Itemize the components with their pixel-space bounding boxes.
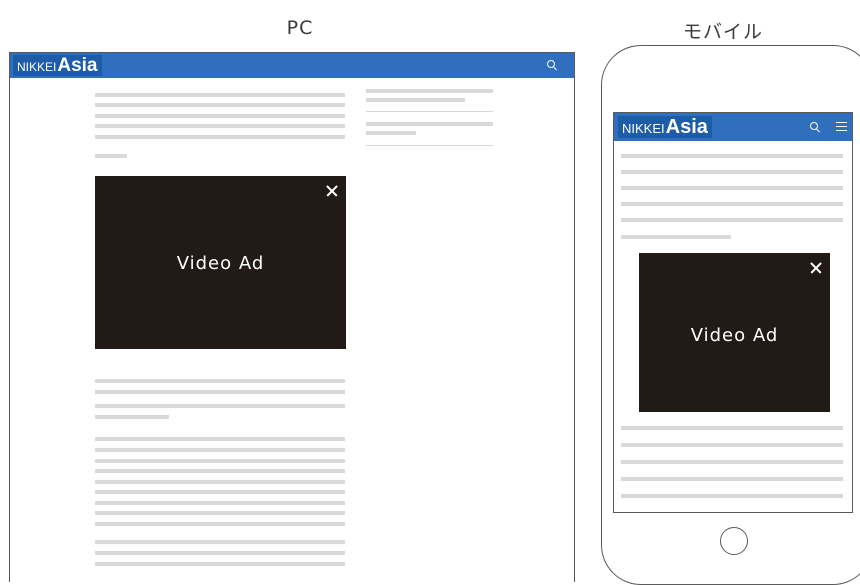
close-icon[interactable] <box>809 261 823 275</box>
text-placeholder-line <box>621 218 843 222</box>
text-placeholder-line <box>95 415 169 419</box>
text-placeholder-line <box>95 124 345 128</box>
pc-browser-frame: NIKKEI Asia Video Ad <box>9 52 575 582</box>
sidebar-placeholder-line <box>366 131 416 135</box>
text-placeholder-line <box>95 562 345 566</box>
mobile-logo-asia-text: Asia <box>665 116 708 138</box>
text-placeholder-line <box>621 443 843 447</box>
pc-site-header: NIKKEI Asia <box>10 53 574 78</box>
text-placeholder-line <box>95 540 345 544</box>
text-placeholder-line <box>621 477 843 481</box>
video-ad-label: Video Ad <box>690 325 779 346</box>
mobile-video-ad[interactable]: Video Ad <box>639 253 830 412</box>
sidebar-placeholder-line <box>366 98 465 102</box>
text-placeholder-line <box>95 379 345 383</box>
text-placeholder-line <box>95 114 345 118</box>
pc-logo-nikkei-text: NIKKEI <box>17 60 57 74</box>
text-placeholder-line <box>95 490 345 494</box>
sidebar-divider <box>366 145 493 146</box>
text-placeholder-line <box>621 494 843 498</box>
text-placeholder-line <box>95 448 345 452</box>
text-placeholder-line <box>95 404 345 408</box>
text-placeholder-line <box>95 480 345 484</box>
video-ad-label: Video Ad <box>176 253 265 274</box>
sidebar-divider <box>366 111 493 112</box>
text-placeholder-line <box>95 469 345 473</box>
phone-home-button[interactable] <box>720 527 748 555</box>
pc-nikkei-asia-logo[interactable]: NIKKEI Asia <box>13 55 102 76</box>
text-placeholder-line <box>95 511 345 515</box>
text-placeholder-line <box>621 426 843 430</box>
mobile-section-label: モバイル <box>682 21 763 43</box>
search-icon[interactable] <box>810 122 818 130</box>
mobile-site-header: NIKKEI Asia <box>614 113 852 141</box>
text-placeholder-line <box>95 522 345 526</box>
text-placeholder-line <box>95 437 345 441</box>
text-placeholder-line <box>95 135 345 139</box>
text-placeholder-line <box>95 551 345 555</box>
text-placeholder-line <box>621 202 843 206</box>
sidebar-placeholder-line <box>366 89 493 93</box>
pc-logo-asia-text: Asia <box>57 55 98 76</box>
search-icon[interactable] <box>547 60 555 68</box>
pc-section-label: PC <box>286 17 314 39</box>
text-placeholder-line <box>621 235 731 239</box>
text-placeholder-line <box>621 154 843 158</box>
text-placeholder-line <box>95 93 345 97</box>
text-placeholder-line <box>95 154 127 158</box>
close-icon[interactable] <box>325 184 339 198</box>
text-placeholder-line <box>95 103 345 107</box>
phone-screen: NIKKEI Asia Video Ad <box>613 112 853 513</box>
text-placeholder-line <box>621 186 843 190</box>
mobile-nikkei-asia-logo[interactable]: NIKKEI Asia <box>618 116 712 138</box>
hamburger-menu-icon[interactable] <box>836 122 847 132</box>
text-placeholder-line <box>621 170 843 174</box>
text-placeholder-line <box>95 501 345 505</box>
sidebar-placeholder-line <box>366 122 493 126</box>
text-placeholder-line <box>621 460 843 464</box>
text-placeholder-line <box>95 459 345 463</box>
pc-video-ad[interactable]: Video Ad <box>95 176 346 349</box>
mobile-logo-nikkei-text: NIKKEI <box>622 121 665 136</box>
text-placeholder-line <box>95 390 345 394</box>
